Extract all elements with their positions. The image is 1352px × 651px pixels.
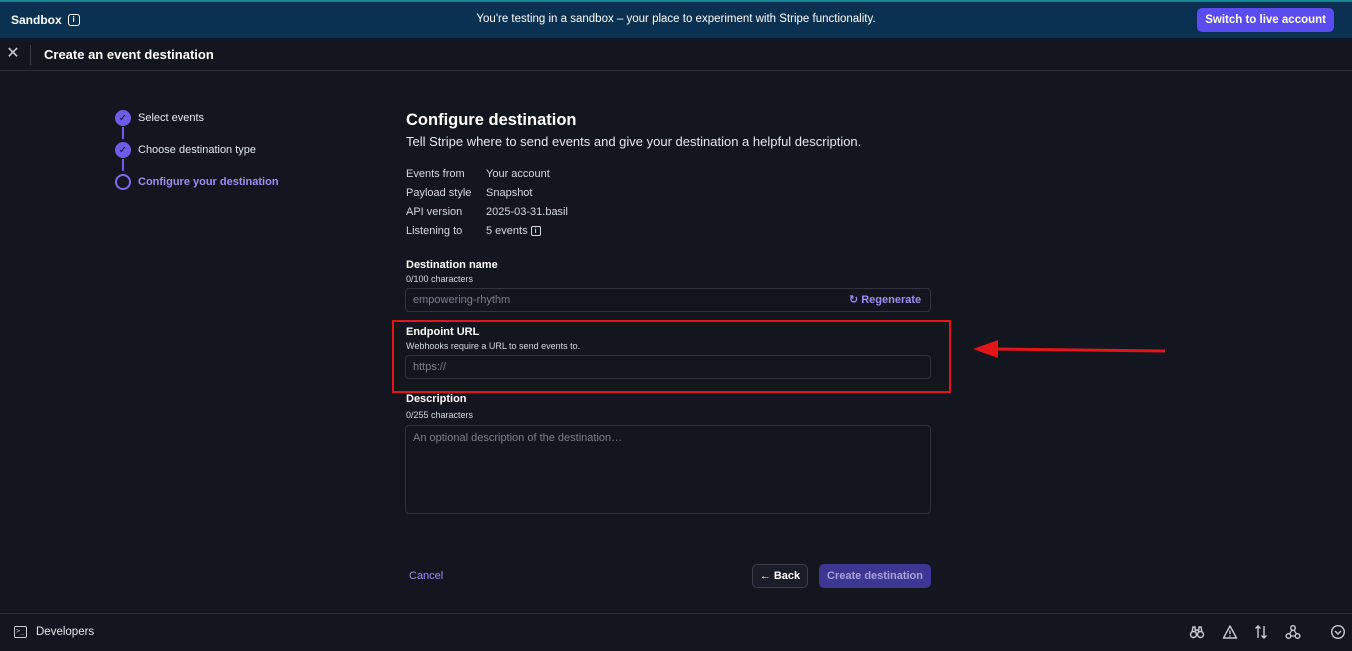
description-textarea[interactable] (405, 425, 931, 514)
cancel-link[interactable]: Cancel (409, 570, 443, 582)
info-icon[interactable]: i (530, 226, 541, 236)
create-destination-button[interactable]: Create destination (819, 564, 931, 588)
detail-key: Events from (406, 168, 465, 180)
description-label: Description (406, 393, 467, 405)
binoculars-icon[interactable] (1189, 624, 1205, 640)
step-label: Select events (138, 112, 205, 124)
step-select-events[interactable]: ✓ Select events (115, 110, 204, 126)
detail-value: Snapshot (486, 187, 533, 199)
check-icon: ✓ (115, 142, 131, 158)
description-counter: 0/255 characters (406, 410, 474, 420)
arrow-left-icon: ← (759, 570, 771, 582)
form-title: Configure destination (406, 111, 577, 129)
current-step-icon (115, 174, 131, 190)
back-button[interactable]: ← Back (752, 564, 808, 588)
step-label: Configure your destination (138, 176, 279, 188)
detail-key: Payload style (406, 187, 472, 199)
step-configure-destination[interactable]: Configure your destination (115, 174, 279, 190)
header-divider (30, 45, 31, 65)
switch-to-live-button[interactable]: Switch to live account (1197, 8, 1334, 32)
destination-name-counter: 0/100 characters (406, 274, 474, 284)
refresh-icon: ↻ (849, 294, 859, 306)
step-connector (122, 159, 124, 171)
form-subtitle: Tell Stripe where to send events and giv… (406, 134, 862, 149)
detail-value: 2025-03-31.basil (486, 206, 568, 218)
close-icon[interactable]: ✕ (6, 45, 20, 63)
terminal-icon[interactable]: >_ (14, 626, 27, 638)
detail-key: API version (406, 206, 463, 218)
regenerate-button[interactable]: ↻ Regenerate (849, 293, 922, 307)
detail-value: 5 events (486, 225, 528, 237)
page-title: Create an event destination (44, 47, 214, 62)
sort-arrows-icon[interactable] (1253, 624, 1269, 640)
step-connector (122, 127, 124, 139)
detail-key: Listening to (406, 225, 463, 237)
step-choose-destination-type[interactable]: ✓ Choose destination type (115, 142, 256, 158)
developers-footer: >_ Developers (0, 613, 1352, 651)
developers-label[interactable]: Developers (36, 626, 94, 638)
detail-value-wrap: 5 events i (486, 225, 541, 237)
sandbox-banner: Sandbox i You're testing in a sandbox – … (0, 0, 1352, 38)
webhooks-icon[interactable] (1285, 624, 1301, 640)
chevron-down-circle-icon[interactable] (1330, 624, 1346, 640)
destination-name-label: Destination name (406, 259, 498, 271)
page-header: ✕ Create an event destination (0, 38, 1352, 71)
annotation-highlight-box (392, 320, 951, 393)
back-label: Back (773, 570, 801, 582)
step-label: Choose destination type (138, 144, 257, 156)
check-icon: ✓ (115, 110, 131, 126)
sandbox-message: You're testing in a sandbox – your place… (476, 13, 876, 25)
warning-icon[interactable] (1222, 624, 1238, 640)
annotation-arrow-icon (973, 340, 1166, 358)
detail-value: Your account (486, 168, 550, 180)
regenerate-label: Regenerate (861, 293, 922, 306)
